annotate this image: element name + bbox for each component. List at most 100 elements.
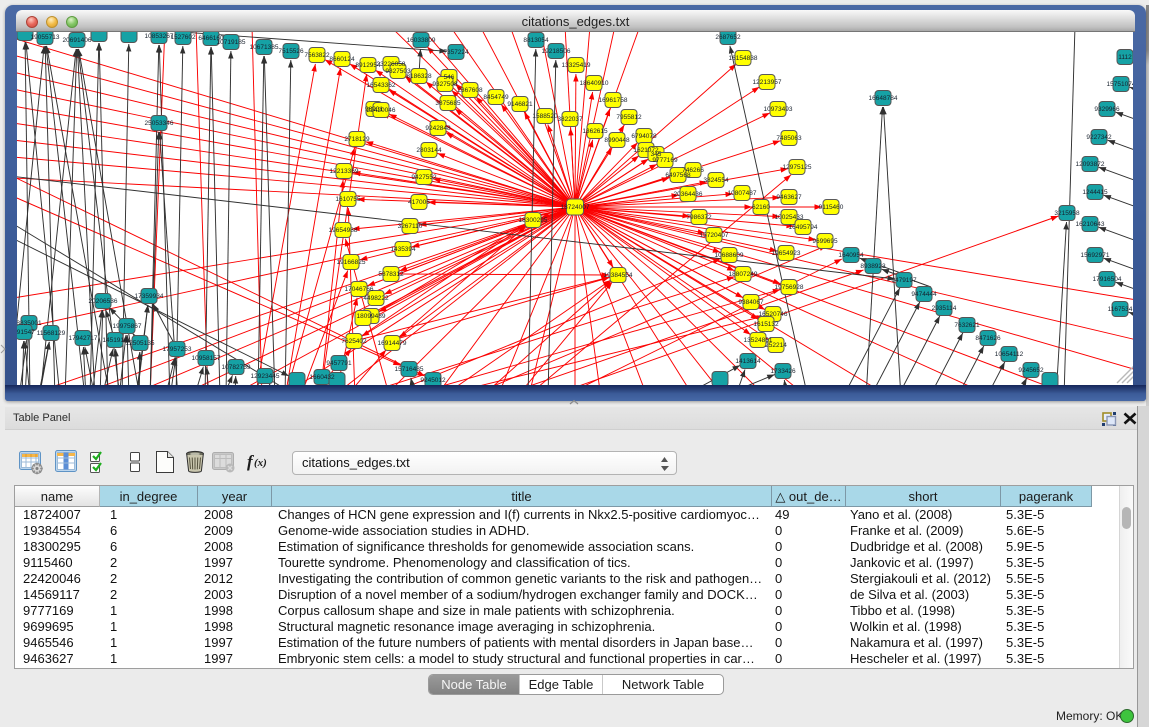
svg-text:20691406: 20691406 <box>63 37 92 44</box>
svg-text:6479197: 6479197 <box>891 277 917 284</box>
svg-text:1527602: 1527602 <box>170 34 196 41</box>
svg-text:17046766: 17046766 <box>345 286 374 293</box>
svg-text:9227342: 9227342 <box>1086 134 1112 141</box>
svg-text:6497568: 6497568 <box>665 172 691 179</box>
svg-text:13325419: 13325419 <box>562 62 591 69</box>
svg-text:9474444: 9474444 <box>911 291 937 298</box>
svg-text:19218506: 19218506 <box>542 48 571 55</box>
svg-text:9242848: 9242848 <box>425 125 451 132</box>
svg-text:15692971: 15692971 <box>1081 252 1110 259</box>
svg-text:17942717: 17942717 <box>69 335 98 342</box>
svg-text:3215958: 3215958 <box>1054 210 1080 217</box>
svg-text:3267110: 3267110 <box>398 223 423 230</box>
svg-text:991547: 991547 <box>17 329 35 336</box>
svg-text:16520746: 16520746 <box>759 311 788 318</box>
svg-text:18300295: 18300295 <box>519 217 548 224</box>
svg-text:9427552: 9427552 <box>411 174 437 181</box>
svg-text:19384554: 19384554 <box>604 272 633 279</box>
svg-text:(x): (x) <box>254 457 267 469</box>
svg-text:9777169: 9777169 <box>652 157 678 164</box>
svg-text:10719185: 10719185 <box>217 39 246 46</box>
svg-text:2803144: 2803144 <box>416 147 442 154</box>
svg-text:19756928: 19756928 <box>775 284 804 291</box>
svg-text:16543362: 16543362 <box>367 82 396 89</box>
svg-text:9457791: 9457791 <box>326 360 352 367</box>
svg-text:1413614: 1413614 <box>735 358 761 365</box>
svg-text:1640954: 1640954 <box>838 252 864 259</box>
svg-text:19654923: 19654923 <box>772 250 801 257</box>
svg-text:12505135: 12505135 <box>126 340 155 347</box>
svg-text:16033809: 16033809 <box>407 37 436 44</box>
svg-text:2687652: 2687652 <box>715 34 741 41</box>
svg-text:1610755: 1610755 <box>335 196 361 203</box>
svg-text:19166825: 19166825 <box>337 259 366 266</box>
svg-text:9115460: 9115460 <box>819 204 844 211</box>
svg-text:3824554: 3824554 <box>703 177 729 184</box>
svg-text:8454749: 8454749 <box>483 94 509 101</box>
svg-text:1112: 1112 <box>1118 54 1132 61</box>
svg-text:10025433: 10025433 <box>775 214 804 221</box>
svg-text:16154838: 16154838 <box>729 55 758 62</box>
svg-text:20206536: 20206536 <box>89 298 118 305</box>
svg-text:20364436: 20364436 <box>674 191 703 198</box>
svg-text:5878312: 5878312 <box>378 271 404 278</box>
svg-text:1615132: 1615132 <box>753 321 779 328</box>
svg-text:2718129: 2718129 <box>344 136 370 143</box>
svg-text:10807487: 10807487 <box>728 190 757 197</box>
svg-text:18724007: 18724007 <box>561 204 590 211</box>
svg-text:62160: 62160 <box>752 204 770 211</box>
svg-text:9699695: 9699695 <box>812 238 838 245</box>
svg-text:9327508: 9327508 <box>432 81 458 88</box>
svg-text:8990448: 8990448 <box>604 137 630 144</box>
svg-text:8835001: 8835001 <box>17 320 42 327</box>
svg-text:16648784: 16648784 <box>869 95 898 102</box>
svg-text:8938923: 8938923 <box>860 263 886 270</box>
svg-text:16495794: 16495794 <box>789 224 818 231</box>
svg-text:1167534: 1167534 <box>1108 306 1133 313</box>
svg-text:10958157: 10958157 <box>192 355 221 362</box>
svg-text:22420046: 22420046 <box>367 107 396 114</box>
svg-text:8186328: 8186328 <box>406 73 432 80</box>
svg-text:9146821: 9146821 <box>507 101 533 108</box>
svg-text:1660432: 1660432 <box>309 374 335 381</box>
svg-text:25053346: 25053346 <box>145 120 174 127</box>
svg-text:3822037: 3822037 <box>557 116 583 123</box>
svg-text:7357224: 7357224 <box>443 49 469 56</box>
svg-text:12213957: 12213957 <box>753 79 782 86</box>
svg-text:19654988: 19654988 <box>329 227 358 234</box>
svg-text:9329966: 9329966 <box>1094 106 1120 113</box>
svg-text:23226058: 23226058 <box>377 61 406 68</box>
svg-text:7485063: 7485063 <box>776 135 802 142</box>
svg-text:18099489: 18099489 <box>357 313 386 320</box>
svg-text:15720407: 15720407 <box>700 232 729 239</box>
svg-text:12923445: 12923445 <box>251 373 280 380</box>
svg-text:17957253: 17957253 <box>163 346 192 353</box>
svg-text:12975125: 12975125 <box>783 164 812 171</box>
svg-text:12213369: 12213369 <box>330 168 359 175</box>
svg-text:17916504: 17916504 <box>1093 276 1122 283</box>
svg-text:16210643: 16210643 <box>1076 221 1105 228</box>
svg-text:10688609: 10688609 <box>715 252 744 259</box>
svg-text:10973493: 10973493 <box>764 106 793 113</box>
svg-text:8813054: 8813054 <box>523 37 549 44</box>
svg-text:11568129: 11568129 <box>37 330 66 337</box>
svg-text:7563822: 7563822 <box>304 52 330 59</box>
svg-text:9245652: 9245652 <box>1018 367 1044 374</box>
svg-text:15716485: 15716485 <box>395 366 424 373</box>
svg-text:7625402: 7625402 <box>341 338 367 345</box>
svg-text:9463627: 9463627 <box>776 194 802 201</box>
svg-text:16961758: 16961758 <box>599 97 628 104</box>
svg-text:7955812: 7955812 <box>616 114 642 121</box>
svg-text:10654112: 10654112 <box>995 351 1024 358</box>
svg-text:417006: 417006 <box>408 199 430 206</box>
svg-text:1451914: 1451914 <box>102 337 128 344</box>
svg-text:252214: 252214 <box>765 342 787 349</box>
svg-text:8660124: 8660124 <box>329 56 355 63</box>
svg-text:19055713: 19055713 <box>31 34 60 41</box>
svg-text:12093872: 12093872 <box>1076 161 1105 168</box>
svg-text:1362615: 1362615 <box>582 128 608 135</box>
svg-text:7632621: 7632621 <box>954 322 980 329</box>
svg-text:1733426: 1733426 <box>770 368 796 375</box>
svg-text:546: 546 <box>444 74 455 81</box>
svg-text:2367608: 2367608 <box>457 87 483 94</box>
